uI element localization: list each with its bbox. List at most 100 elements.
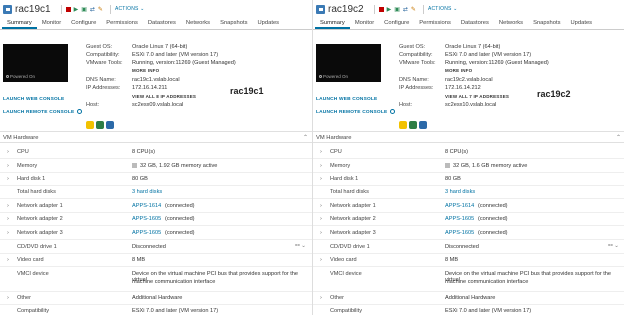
power-on-icon[interactable]: ▶ bbox=[74, 6, 79, 13]
chevron-right-icon[interactable]: › bbox=[320, 203, 322, 209]
cd-dvd-connect-icon[interactable]: ⚯ ⌄ bbox=[295, 243, 306, 249]
network-adapter-3-link[interactable]: APPS-1605 bbox=[132, 230, 161, 236]
collapse-icon[interactable]: ⌃ bbox=[616, 134, 621, 141]
launch-remote-console-link[interactable]: LAUNCH REMOTE CONSOLE bbox=[3, 109, 83, 115]
more-info-link[interactable]: MORE INFO bbox=[132, 68, 159, 73]
cpu-label: CPU bbox=[330, 149, 342, 155]
console-icon[interactable]: ▣ bbox=[81, 6, 87, 13]
power-off-icon[interactable] bbox=[65, 7, 71, 12]
launch-remote-console-link[interactable]: LAUNCH REMOTE CONSOLE bbox=[316, 109, 396, 115]
tab-updates[interactable]: Updates bbox=[252, 18, 284, 29]
migrate-icon[interactable]: ⇄ bbox=[90, 6, 95, 13]
chevron-right-icon[interactable]: › bbox=[320, 176, 322, 182]
chevron-right-icon[interactable]: › bbox=[320, 295, 322, 301]
tab-networks[interactable]: Networks bbox=[494, 18, 528, 29]
total-hard-disks-link[interactable]: 3 hard disks bbox=[132, 189, 162, 195]
network-adapter-1-link[interactable]: APPS-1614 bbox=[445, 203, 474, 209]
chevron-right-icon[interactable]: › bbox=[320, 216, 322, 222]
tab-datastores[interactable]: Datastores bbox=[456, 18, 494, 29]
tab-permissions[interactable]: Permissions bbox=[101, 18, 143, 29]
table-row[interactable]: › Hard disk 1 80 GB bbox=[0, 173, 312, 186]
tab-permissions[interactable]: Permissions bbox=[414, 18, 456, 29]
table-row[interactable]: › CPU 8 CPU(s) bbox=[0, 146, 312, 159]
snapshot-icon[interactable]: ✎ bbox=[98, 6, 103, 13]
tab-configure[interactable]: Configure bbox=[66, 18, 101, 29]
network-adapter-3-link[interactable]: APPS-1605 bbox=[445, 230, 474, 236]
chevron-right-icon[interactable]: › bbox=[7, 230, 9, 236]
chevron-right-icon[interactable]: › bbox=[320, 257, 322, 263]
network-adapter-2-label: Network adapter 2 bbox=[17, 216, 63, 222]
view-all-ip-link[interactable]: VIEW ALL 8 IP ADDRESSES bbox=[132, 94, 196, 99]
chevron-right-icon[interactable]: › bbox=[7, 216, 9, 222]
table-row[interactable]: › Memory 32 GB, 1.6 GB memory active bbox=[313, 159, 624, 173]
table-row[interactable]: › Video card 8 MB bbox=[313, 254, 624, 267]
vm-hardware-header[interactable]: VM Hardware ⌃ bbox=[0, 131, 312, 143]
cd-dvd-connect-icon[interactable]: ⚯ ⌄ bbox=[608, 243, 619, 249]
tab-snapshots[interactable]: Snapshots bbox=[528, 18, 565, 29]
tab-monitor[interactable]: Monitor bbox=[37, 18, 66, 29]
chevron-right-icon[interactable]: › bbox=[7, 257, 9, 263]
table-row[interactable]: › Network adapter 2 APPS-1605 (connected) bbox=[313, 213, 624, 226]
tab-summary[interactable]: Summary bbox=[315, 18, 350, 29]
table-row[interactable]: › Network adapter 1 APPS-1614 (connected) bbox=[0, 199, 312, 213]
tab-configure[interactable]: Configure bbox=[379, 18, 414, 29]
table-row[interactable]: › CPU 8 CPU(s) bbox=[313, 146, 624, 159]
network-adapter-2-link[interactable]: APPS-1605 bbox=[445, 216, 474, 222]
chevron-right-icon[interactable]: › bbox=[7, 176, 9, 182]
collapse-icon[interactable]: ⌃ bbox=[303, 134, 308, 141]
actions-menu[interactable]: ACTIONS ⌄ bbox=[428, 6, 458, 12]
tab-networks[interactable]: Networks bbox=[181, 18, 215, 29]
power-on-icon[interactable]: ▶ bbox=[387, 6, 392, 13]
tab-summary[interactable]: Summary bbox=[2, 18, 37, 29]
info-icon[interactable] bbox=[390, 109, 396, 114]
chevron-right-icon[interactable]: › bbox=[7, 295, 9, 301]
chevron-right-icon[interactable]: › bbox=[320, 149, 322, 155]
table-row[interactable]: › Network adapter 3 APPS-1605 (connected) bbox=[313, 226, 624, 240]
table-row[interactable]: › Network adapter 3 APPS-1605 (connected) bbox=[0, 226, 312, 240]
vmware-tools-value: Running, version:11269 (Guest Managed) bbox=[132, 60, 236, 66]
migrate-icon[interactable]: ⇄ bbox=[403, 6, 408, 13]
network-adapter-1-link[interactable]: APPS-1614 bbox=[132, 203, 161, 209]
vm-icon bbox=[3, 4, 12, 14]
launch-remote-console-label[interactable]: LAUNCH REMOTE CONSOLE bbox=[3, 110, 74, 115]
connected-status: (connected) bbox=[165, 216, 195, 222]
vm-hardware-header[interactable]: VM Hardware ⌃ bbox=[313, 131, 624, 143]
chevron-right-icon[interactable]: › bbox=[320, 230, 322, 236]
info-icon[interactable] bbox=[77, 109, 83, 114]
compatibility-row-value: ESXi 7.0 and later (VM version 17) bbox=[445, 308, 532, 314]
more-info-link[interactable]: MORE INFO bbox=[445, 68, 472, 73]
console-thumbnail[interactable]: Powered On bbox=[3, 44, 68, 82]
power-off-icon[interactable] bbox=[378, 7, 384, 12]
console-thumbnail[interactable]: Powered On bbox=[316, 44, 381, 82]
table-row[interactable]: › Video card 8 MB bbox=[0, 254, 312, 267]
table-row: VMCI device Device on the virtual machine… bbox=[0, 267, 312, 292]
launch-remote-console-label[interactable]: LAUNCH REMOTE CONSOLE bbox=[316, 110, 387, 115]
actions-menu[interactable]: ACTIONS ⌄ bbox=[115, 6, 145, 12]
console-icon[interactable]: ▣ bbox=[394, 6, 400, 13]
chevron-right-icon[interactable]: › bbox=[7, 203, 9, 209]
total-hard-disks-link[interactable]: 3 hard disks bbox=[445, 189, 475, 195]
hard-disk-1-label: Hard disk 1 bbox=[17, 176, 46, 182]
view-all-ip-link[interactable]: VIEW ALL 7 IP ADDRESSES bbox=[445, 94, 509, 99]
vmci-device-value-line2: machine communication interface bbox=[132, 279, 216, 285]
memory-label: Memory bbox=[17, 163, 38, 169]
table-row[interactable]: › Network adapter 1 APPS-1614 (connected) bbox=[313, 199, 624, 213]
chevron-right-icon[interactable]: › bbox=[7, 163, 9, 169]
table-row[interactable]: › Other Additional Hardware bbox=[0, 292, 312, 305]
table-row[interactable]: › Hard disk 1 80 GB bbox=[313, 173, 624, 186]
snapshot-icon[interactable]: ✎ bbox=[411, 6, 416, 13]
table-row[interactable]: › Network adapter 2 APPS-1605 (connected) bbox=[0, 213, 312, 226]
chevron-right-icon[interactable]: › bbox=[7, 149, 9, 155]
vm-hardware-title: VM Hardware bbox=[316, 135, 352, 141]
tab-monitor[interactable]: Monitor bbox=[350, 18, 379, 29]
table-row[interactable]: › Memory 32 GB, 1.92 GB memory active bbox=[0, 159, 312, 173]
chevron-right-icon[interactable]: › bbox=[320, 163, 322, 169]
vmware-tools-label: VMware Tools: bbox=[86, 60, 123, 66]
tab-snapshots[interactable]: Snapshots bbox=[215, 18, 252, 29]
tab-updates[interactable]: Updates bbox=[565, 18, 597, 29]
table-row[interactable]: › Other Additional Hardware bbox=[313, 292, 624, 305]
tab-datastores[interactable]: Datastores bbox=[143, 18, 181, 29]
network-adapter-2-link[interactable]: APPS-1605 bbox=[132, 216, 161, 222]
launch-web-console-link[interactable]: LAUNCH WEB CONSOLE bbox=[3, 97, 64, 102]
launch-web-console-link[interactable]: LAUNCH WEB CONSOLE bbox=[316, 97, 377, 102]
